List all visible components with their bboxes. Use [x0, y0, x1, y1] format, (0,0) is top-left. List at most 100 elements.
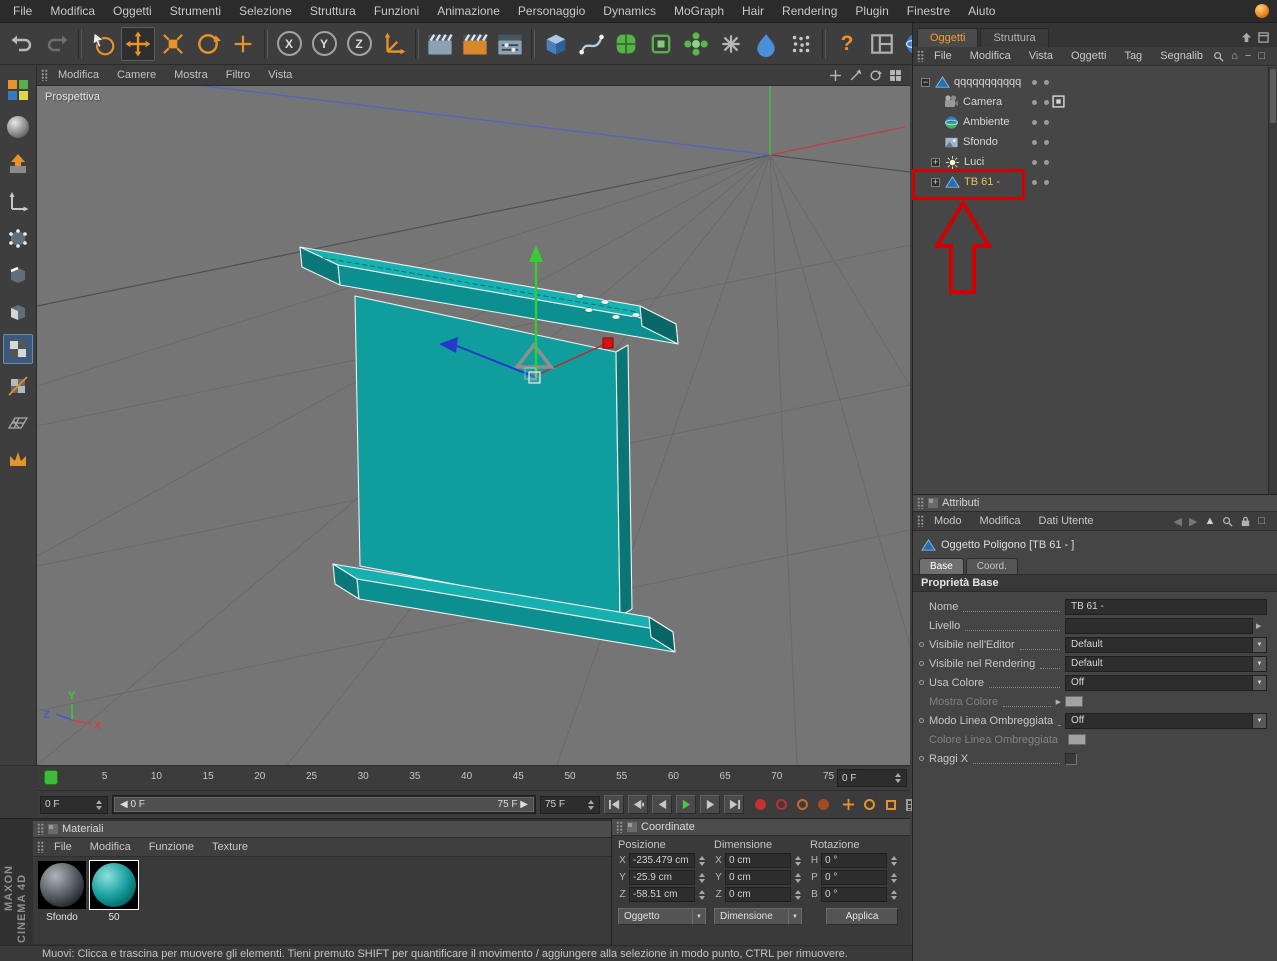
spinner-icon[interactable]: [793, 855, 802, 866]
section-proprieta-base[interactable]: Proprietà Base: [913, 575, 1277, 592]
beam-object[interactable]: [299, 246, 679, 653]
modo-linea-dropdown[interactable]: Off ▼: [1065, 712, 1267, 729]
apply-button[interactable]: Applica: [826, 908, 898, 925]
materials-menu-funzione[interactable]: Funzione: [141, 840, 202, 854]
size-select[interactable]: Dimensione ▼: [714, 908, 802, 925]
keyframe-selection-button[interactable]: [794, 796, 811, 813]
add-primitive-button[interactable]: [539, 27, 573, 61]
spinner-icon[interactable]: [793, 872, 802, 883]
tab-base[interactable]: Base: [919, 558, 964, 574]
texture-mode-button[interactable]: [3, 334, 33, 364]
perspective-viewport[interactable]: Modifica Camere Mostra Filtro Vista Pros…: [37, 65, 910, 765]
tree-row-sfondo[interactable]: Sfondo: [913, 132, 1277, 152]
viewport-menu-mostra[interactable]: Mostra: [166, 67, 216, 83]
object-label[interactable]: Luci: [964, 156, 984, 168]
pin-icon[interactable]: [1241, 32, 1252, 43]
play-button[interactable]: [676, 795, 696, 814]
shading-sphere-button[interactable]: [3, 112, 33, 142]
record-rotation-button[interactable]: [861, 796, 878, 813]
pos-z-field[interactable]: -58.51 cm: [629, 887, 695, 902]
goto-end-button[interactable]: [724, 795, 744, 814]
pos-y-field[interactable]: -25.9 cm: [629, 870, 695, 885]
current-frame-field[interactable]: 0 F: [40, 795, 108, 814]
attr-menu-dati-utente[interactable]: Dati Utente: [1031, 514, 1102, 528]
menu-file[interactable]: File: [4, 2, 41, 20]
panel-grip[interactable]: [37, 823, 44, 835]
animatable-dot-icon[interactable]: [919, 756, 924, 761]
coordinate-system-button[interactable]: [377, 27, 411, 61]
animatable-dot-icon[interactable]: [919, 642, 924, 647]
tree-row-ambiente[interactable]: Ambiente: [913, 112, 1277, 132]
materials-menu-file[interactable]: File: [46, 840, 80, 854]
autokey-button[interactable]: [773, 796, 790, 813]
menu-plugin[interactable]: Plugin: [846, 2, 897, 20]
mode-select[interactable]: Oggetto ▼: [618, 908, 706, 925]
search-icon[interactable]: [1213, 51, 1224, 62]
panel-grip[interactable]: [917, 497, 924, 509]
timeline-range-bar[interactable]: ◀ 0 F 75 F ▶: [114, 797, 534, 812]
om-menu-modifica[interactable]: Modifica: [962, 49, 1019, 63]
mostra-colore-swatch[interactable]: [1065, 696, 1083, 707]
editor-visibility-dot[interactable]: [1032, 180, 1037, 185]
object-label[interactable]: Camera: [963, 96, 1002, 108]
material-item-selected[interactable]: 50: [89, 860, 139, 923]
undo-button[interactable]: [5, 27, 39, 61]
object-label[interactable]: Sfondo: [963, 136, 998, 148]
scrollbar-thumb[interactable]: [1270, 69, 1276, 123]
render-picture-viewer-button[interactable]: [458, 27, 492, 61]
visibile-editor-dropdown[interactable]: Default ▼: [1065, 636, 1267, 653]
polygon-mode-button[interactable]: [3, 297, 33, 327]
expand-right-icon[interactable]: ▶: [1256, 622, 1261, 630]
lock-icon[interactable]: [1240, 516, 1251, 527]
menu-animazione[interactable]: Animazione: [428, 2, 509, 20]
spinner-icon[interactable]: [793, 889, 802, 900]
menu-personaggio[interactable]: Personaggio: [509, 2, 594, 20]
ruler-frame-field[interactable]: 0 F: [837, 769, 907, 787]
edge-mode-button[interactable]: [3, 260, 33, 290]
rotate-view-icon[interactable]: [869, 69, 882, 82]
render-view-button[interactable]: [423, 27, 457, 61]
add-spline-button[interactable]: [574, 27, 608, 61]
scale-tool-button[interactable]: [156, 27, 190, 61]
point-mode-button[interactable]: [3, 223, 33, 253]
panel-grip[interactable]: [37, 841, 44, 853]
history-back-icon[interactable]: ◀: [1174, 515, 1182, 528]
menu-hair[interactable]: Hair: [733, 2, 773, 20]
attributes-header[interactable]: Attributi: [913, 495, 1277, 512]
material-thumbnail[interactable]: [38, 861, 86, 909]
animation-palette-button[interactable]: [3, 445, 33, 475]
editor-visibility-dot[interactable]: [1032, 80, 1037, 85]
viewport-canvas[interactable]: Y X Z: [37, 86, 910, 765]
zoom-view-icon[interactable]: [849, 69, 862, 82]
live-selection-button[interactable]: [86, 27, 120, 61]
tree-row-null[interactable]: − qqqqqqqqqqq: [913, 72, 1277, 92]
raggi-x-checkbox[interactable]: [1065, 752, 1077, 765]
tree-row-camera[interactable]: Camera: [913, 92, 1277, 112]
collapse-panel-icon[interactable]: [1258, 32, 1269, 43]
animatable-dot-icon[interactable]: [919, 718, 924, 723]
record-parameter-button[interactable]: [815, 796, 832, 813]
texture-axis-mode-button[interactable]: [3, 371, 33, 401]
viewport-menu-camere[interactable]: Camere: [109, 67, 164, 83]
material-thumbnail[interactable]: [89, 860, 139, 910]
cloner-button[interactable]: [679, 27, 713, 61]
menu-selezione[interactable]: Selezione: [230, 2, 301, 20]
om-menu-vista[interactable]: Vista: [1021, 49, 1061, 63]
next-frame-button[interactable]: [700, 795, 720, 814]
editor-visibility-dot[interactable]: [1032, 120, 1037, 125]
menu-finestre[interactable]: Finestre: [898, 2, 959, 20]
object-axis-mode-button[interactable]: [3, 186, 33, 216]
render-visibility-dot[interactable]: [1044, 100, 1049, 105]
render-visibility-dot[interactable]: [1044, 120, 1049, 125]
menu-strumenti[interactable]: Strumenti: [161, 2, 230, 20]
editor-visibility-dot[interactable]: [1032, 100, 1037, 105]
subdivision-surface-button[interactable]: [609, 27, 643, 61]
render-visibility-dot[interactable]: [1044, 80, 1049, 85]
rot-b-field[interactable]: 0 °: [821, 887, 887, 902]
editor-visibility-dot[interactable]: [1032, 140, 1037, 145]
c4d-ball-icon[interactable]: [1255, 4, 1269, 18]
deformer-button[interactable]: [714, 27, 748, 61]
panel-grip[interactable]: [917, 515, 924, 527]
om-menu-tag[interactable]: Tag: [1116, 49, 1150, 63]
make-editable-button[interactable]: [3, 149, 33, 179]
